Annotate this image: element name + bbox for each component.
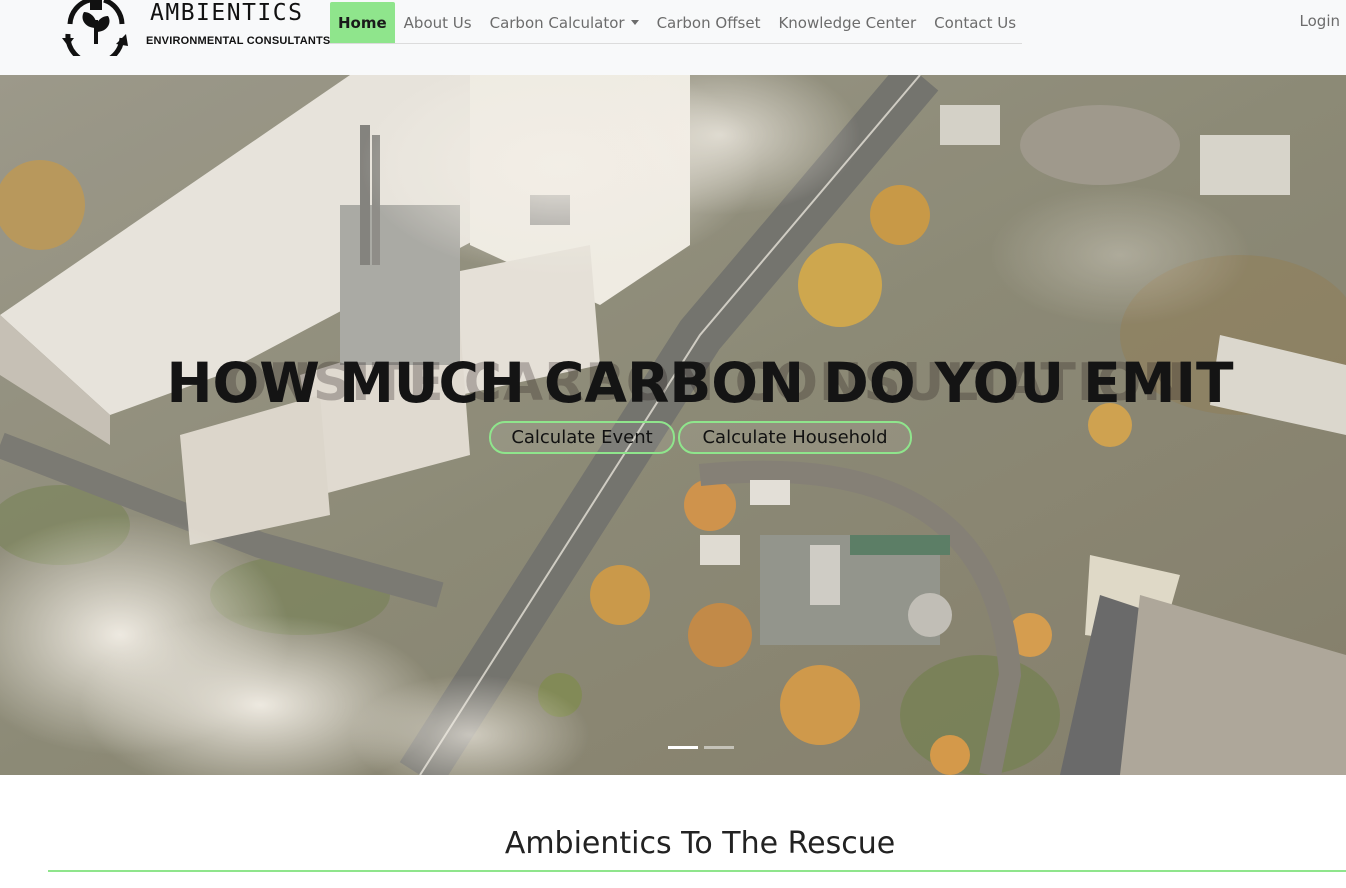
navbar: AMBIENTICS ENVIRONMENTAL CONSULTANTS Hom… <box>0 0 1346 75</box>
calculate-household-button[interactable]: Calculate Household <box>678 421 912 454</box>
main-nav: Home About Us Carbon Calculator Carbon O… <box>330 2 1022 44</box>
nav-item-about-us[interactable]: About Us <box>395 2 481 43</box>
nav-item-contact-us[interactable]: Contact Us <box>925 2 1025 43</box>
hero-title: HOW MUCH CARBON DO YOU EMIT <box>166 351 1234 415</box>
leaf-plug-recycle-icon[interactable] <box>60 0 132 56</box>
brand-name[interactable]: AMBIENTICS <box>150 0 303 26</box>
login-link[interactable]: Login <box>1300 12 1340 30</box>
nav-item-knowledge-center[interactable]: Knowledge Center <box>769 2 925 43</box>
nav-item-carbon-calculator-label: Carbon Calculator <box>489 13 625 32</box>
nav-item-carbon-offset[interactable]: Carbon Offset <box>648 2 770 43</box>
nav-item-carbon-calculator[interactable]: Carbon Calculator <box>481 2 648 43</box>
section-title: Ambientics To The Rescue <box>504 826 896 861</box>
carousel-indicator-1[interactable] <box>668 746 698 749</box>
nav-item-home[interactable]: Home <box>330 2 395 43</box>
hero-buttons: Calculate Event Calculate Household <box>489 421 912 454</box>
section-divider <box>48 870 1346 872</box>
brand-tagline: ENVIRONMENTAL CONSULTANTS <box>146 35 331 47</box>
hero-carousel: ONSITE CARBON CONSULTATION HOW MUCH CARB… <box>0 75 1346 775</box>
calculate-event-button[interactable]: Calculate Event <box>489 421 675 454</box>
carousel-indicators <box>668 746 734 749</box>
chevron-down-icon <box>630 20 639 25</box>
carousel-indicator-2[interactable] <box>704 746 734 749</box>
